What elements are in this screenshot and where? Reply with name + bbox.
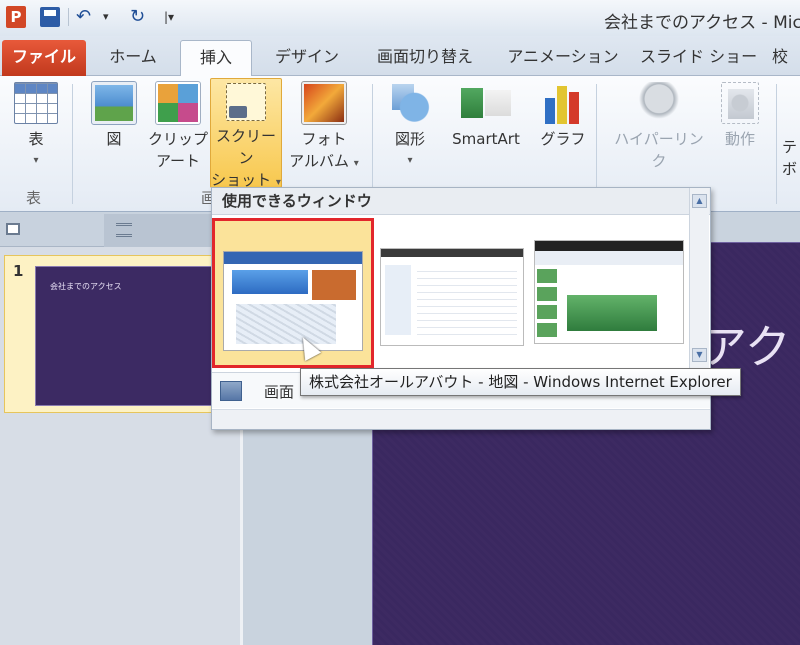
hyperlink-label: ハイパーリンク	[614, 130, 704, 170]
gallery-header: 使用できるウィンドウ	[212, 188, 710, 215]
scroll-up-icon[interactable]: ▲	[692, 194, 707, 208]
table-icon	[14, 82, 58, 124]
powerpoint-app-icon[interactable]: P	[6, 6, 26, 28]
preview-filelist	[417, 265, 517, 335]
qat-separator	[68, 8, 69, 26]
window-title: 会社までのアクセス - Micro	[604, 13, 800, 33]
photo-album-label-1: フォト	[301, 130, 347, 148]
shapes-button[interactable]: 図形 ▾	[386, 78, 434, 172]
smartart-button[interactable]: SmartArt	[440, 78, 532, 150]
chart-icon	[541, 82, 585, 124]
chevron-down-icon: ▾	[407, 155, 413, 166]
hyperlink-globe-icon	[639, 82, 679, 124]
action-label: 動作	[724, 130, 755, 148]
window-tooltip: 株式会社オールアバウト - 地図 - Windows Internet Expl…	[300, 368, 741, 396]
screen-clipping-label: 画面	[264, 383, 295, 401]
title-bar: P ↶ ▾ ↻ |▾ 会社までのアクセス - Micro	[0, 0, 800, 36]
tab-slideshow[interactable]: スライド ショー	[640, 40, 757, 76]
group-label-table: 表	[26, 189, 42, 207]
slide-thumbnail-selected[interactable]: 1 会社までのアクセス	[4, 255, 244, 413]
tab-insert[interactable]: 挿入	[180, 40, 252, 77]
tab-file[interactable]: ファイル	[2, 40, 86, 76]
window-thumbnail-ie[interactable]	[212, 218, 374, 368]
smartart-icon	[461, 82, 511, 124]
scroll-down-icon[interactable]: ▼	[692, 348, 707, 362]
preview-sidebar	[385, 265, 411, 335]
action-button[interactable]: 動作	[712, 78, 768, 150]
picture-label: 図	[106, 130, 122, 148]
picture-icon	[91, 81, 137, 125]
screenshot-icon	[226, 83, 266, 121]
slides-tab-icon[interactable]	[6, 223, 20, 235]
screen-clipping-icon	[220, 381, 242, 401]
gallery-resize-bar[interactable]	[212, 409, 710, 429]
shapes-label: 図形	[394, 130, 425, 148]
gallery-scrollbar[interactable]: ▲ ▼	[689, 188, 709, 368]
table-label: 表	[28, 130, 44, 148]
slide-number: 1	[13, 262, 24, 280]
tab-transitions[interactable]: 画面切り替え	[366, 40, 484, 76]
chevron-down-icon: ▾	[33, 155, 39, 166]
preview-photo	[312, 270, 356, 300]
hyperlink-button[interactable]: ハイパーリンク	[608, 78, 710, 172]
preview-titlebar	[224, 252, 362, 264]
group-separator	[372, 84, 373, 204]
customize-qat-icon[interactable]: |▾	[164, 6, 174, 28]
chevron-down-icon: ▾	[353, 158, 359, 169]
tab-design[interactable]: デザイン	[262, 40, 352, 76]
screenshot-label-1: スクリーン	[215, 127, 276, 167]
smartart-label: SmartArt	[452, 130, 520, 148]
textbox-label-2: ボ	[782, 160, 798, 178]
table-button[interactable]: 表 ▾	[8, 78, 64, 172]
group-separator	[596, 84, 597, 204]
picture-button[interactable]: 図	[82, 78, 146, 150]
preview-titlebar	[381, 249, 523, 257]
slides-pane: 1 会社までのアクセス	[0, 213, 244, 645]
save-icon[interactable]	[40, 7, 60, 27]
preview-titlebar	[535, 241, 683, 251]
textbox-label-1: テ	[782, 138, 798, 156]
clipart-label-1: クリップ	[148, 130, 209, 148]
preview-map	[236, 304, 336, 344]
ribbon-tabs: ファイル ホーム 挿入 デザイン 画面切り替え アニメーション スライド ショー…	[0, 36, 800, 77]
redo-icon[interactable]: ↻	[130, 6, 145, 28]
window-thumbnail-powerpoint[interactable]	[534, 240, 684, 344]
action-icon	[721, 82, 759, 124]
clipart-icon	[155, 81, 201, 125]
screenshot-button[interactable]: スクリーン ショット ▾	[210, 78, 282, 189]
undo-icon[interactable]: ↶	[76, 6, 91, 28]
outline-tab-icon[interactable]	[116, 223, 132, 237]
photo-album-icon	[301, 81, 347, 125]
window-thumbnail-explorer[interactable]	[380, 248, 524, 346]
textbox-button-partial[interactable]: テ ボ	[782, 136, 800, 180]
slide-thumbnail-title: 会社までのアクセス	[50, 282, 122, 291]
clipart-button[interactable]: クリップ アート	[148, 78, 208, 172]
ie-window-preview	[223, 251, 363, 351]
photo-album-button[interactable]: フォト アルバム ▾	[284, 78, 364, 175]
pane-tabs	[0, 213, 243, 247]
preview-banner	[232, 270, 308, 294]
tab-review-partial[interactable]: 校	[772, 40, 800, 76]
group-separator	[776, 84, 777, 204]
clipart-label-2: アート	[155, 152, 201, 170]
shapes-icon	[388, 82, 432, 124]
chart-button[interactable]: グラフ	[538, 78, 588, 150]
tab-home[interactable]: ホーム	[96, 40, 170, 76]
undo-dropdown-icon[interactable]: ▾	[103, 6, 109, 28]
preview-slide	[567, 271, 657, 331]
tab-animations[interactable]: アニメーション	[504, 40, 622, 76]
group-separator	[72, 84, 73, 204]
preview-slides	[537, 269, 557, 341]
photo-album-label-2: アルバム ▾	[289, 152, 359, 170]
preview-ribbon	[535, 251, 683, 265]
chart-label: グラフ	[540, 130, 586, 148]
